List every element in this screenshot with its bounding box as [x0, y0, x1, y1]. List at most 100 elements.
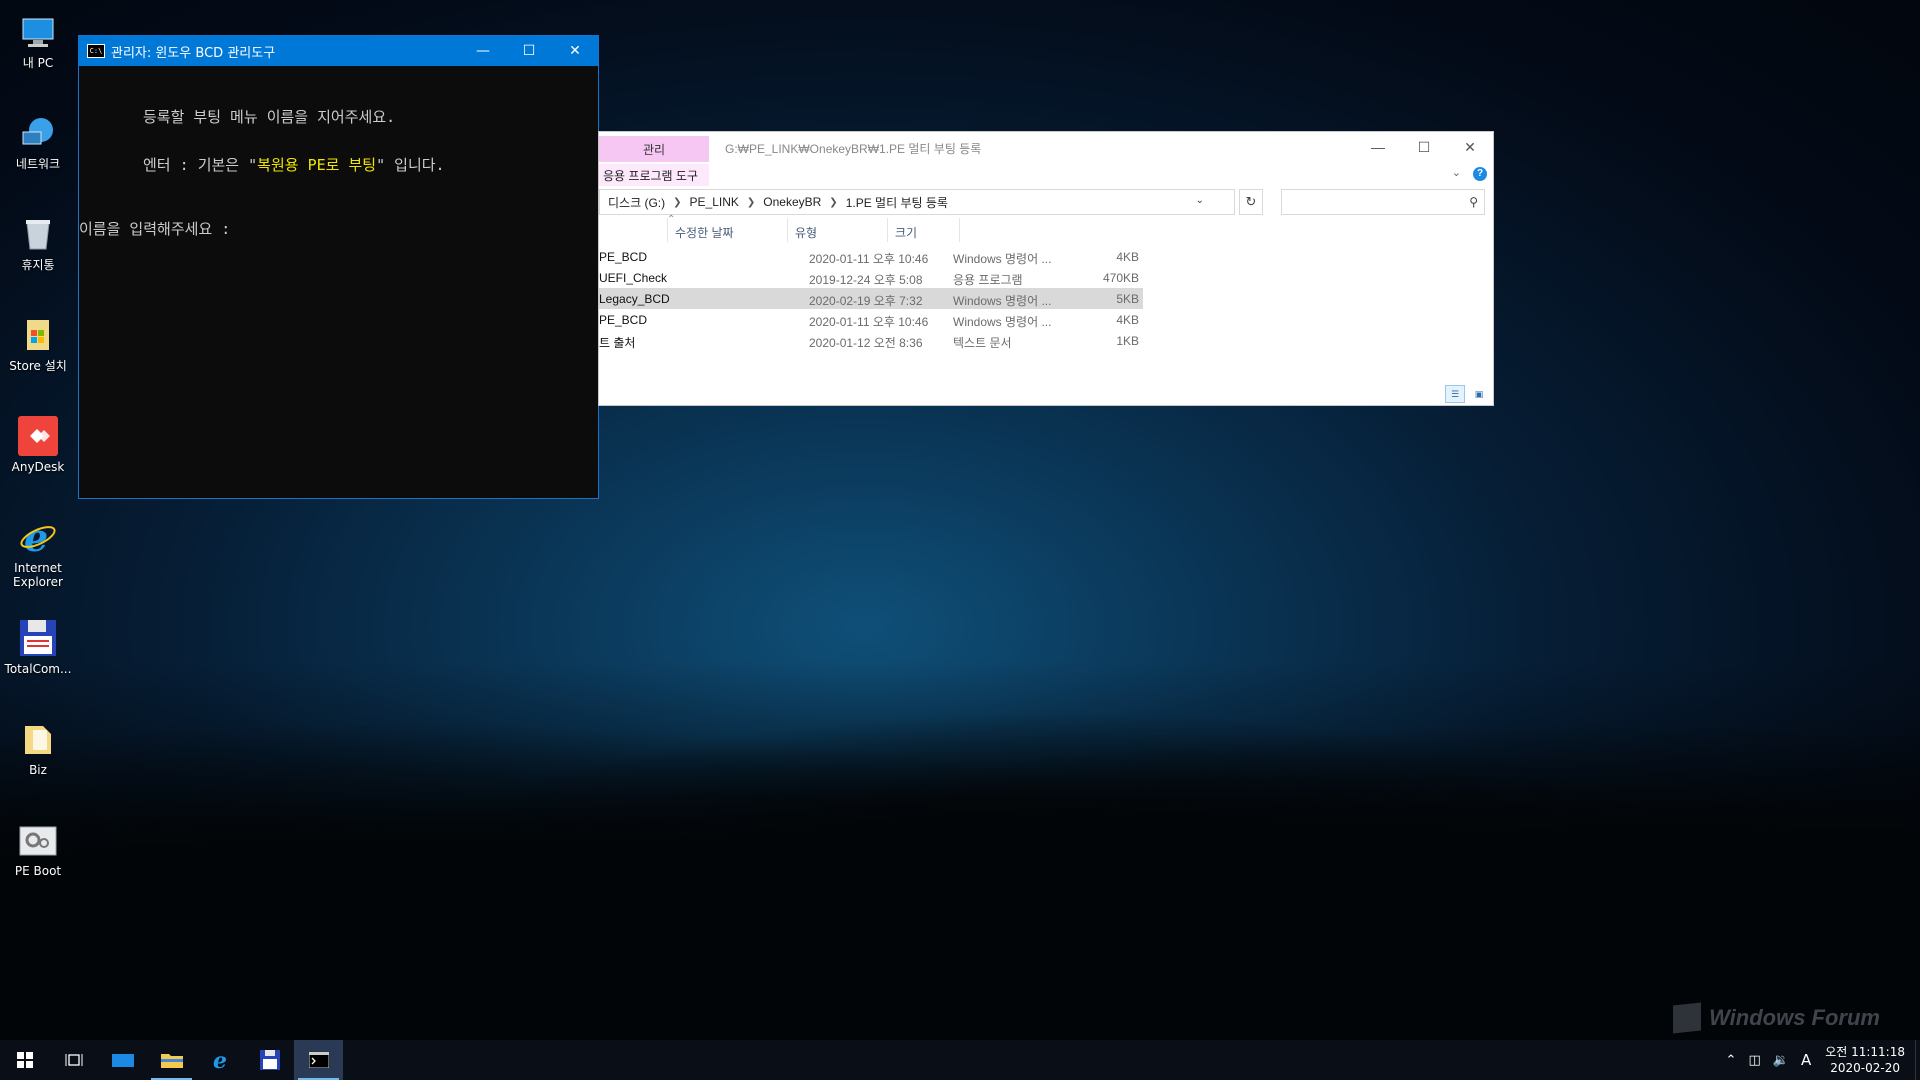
ime-indicator[interactable]: A: [1795, 1051, 1817, 1069]
desktop-icon-biz[interactable]: Biz: [0, 713, 76, 814]
desktop-icon-label: 네트워크: [15, 157, 61, 171]
minimize-button[interactable]: —: [460, 36, 506, 66]
clock[interactable]: 오전 11:11:18 2020-02-20: [1817, 1044, 1915, 1076]
desktop-icon-label: Store 설치: [9, 359, 67, 373]
file-size: 470KB: [1102, 271, 1139, 285]
window-controls: — ☐ ✕: [460, 36, 598, 66]
show-desktop-button[interactable]: [1915, 1040, 1920, 1080]
console-line-1: 등록할 부팅 메뉴 이름을 지어주세요.: [143, 108, 396, 126]
breadcrumb-drive[interactable]: 디스크 (G:): [608, 194, 665, 211]
taskbar-app-console[interactable]: [294, 1040, 343, 1080]
store-icon: [18, 315, 58, 355]
refresh-button[interactable]: ↻: [1239, 189, 1263, 215]
breadcrumb-chevron-icon[interactable]: ❯: [829, 197, 837, 208]
column-divider[interactable]: [787, 218, 788, 242]
volume-icon[interactable]: 🔉: [1767, 1053, 1795, 1068]
breadcrumb-onekeybr[interactable]: OnekeyBR: [763, 195, 821, 209]
console-window[interactable]: C:\ 관리자: 윈도우 BCD 관리도구 — ☐ ✕ 등록할 부팅 메뉴 이름…: [78, 35, 599, 499]
task-view-button[interactable]: [49, 1040, 98, 1080]
system-tray: ⌃ ◫ 🔉 A 오전 11:11:18 2020-02-20: [1720, 1040, 1920, 1080]
desktop-icon-label: TotalCom...: [4, 662, 72, 676]
taskbar-app-file-explorer[interactable]: [147, 1040, 196, 1080]
file-row-selected[interactable]: Legacy_BCD 2020-02-19 오후 7:32 Windows 명령…: [599, 288, 1143, 309]
desktop-icon-store[interactable]: Store 설치: [0, 309, 76, 410]
breadcrumb-chevron-icon[interactable]: ❯: [747, 197, 755, 208]
breadcrumb-chevron-icon[interactable]: ❯: [673, 197, 681, 208]
address-dropdown-icon[interactable]: ⌄: [1196, 195, 1204, 206]
folder-icon: [18, 719, 58, 759]
column-header-size[interactable]: 크기: [895, 224, 917, 241]
ribbon-expand-chevron-icon[interactable]: ⌄: [1452, 166, 1461, 179]
minimize-button[interactable]: —: [1355, 132, 1401, 162]
address-bar[interactable]: 디스크 (G:) ❯ PE_LINK ❯ OnekeyBR ❯ 1.PE 멀티 …: [599, 189, 1235, 215]
desktop-icon-label: PE Boot: [14, 864, 62, 878]
taskbar-app-internet-explorer[interactable]: e: [196, 1040, 245, 1080]
close-button[interactable]: ✕: [552, 36, 598, 66]
network-tray-icon[interactable]: ◫: [1742, 1053, 1766, 1068]
column-headers: ⌃ 수정한 날짜 유형 크기: [599, 214, 1493, 242]
desktop-icon-anydesk[interactable]: AnyDesk: [0, 410, 76, 511]
maximize-button[interactable]: ☐: [506, 36, 552, 66]
desktop-icon-label: Biz: [29, 763, 47, 777]
maximize-button[interactable]: ☐: [1401, 132, 1447, 162]
file-name: PE_BCD: [599, 313, 648, 327]
file-row[interactable]: UEFI_Check 2019-12-24 오후 5:08 응용 프로그램 47…: [599, 267, 1143, 288]
console-title: 관리자: 윈도우 BCD 관리도구: [111, 45, 276, 61]
desktop-icon-label: 내 PC: [22, 56, 54, 70]
column-divider[interactable]: [887, 218, 888, 242]
default-name-highlight: 복원용 PE로 부팅: [257, 156, 377, 174]
breadcrumb-pe-link[interactable]: PE_LINK: [690, 195, 739, 209]
column-header-date[interactable]: 수정한 날짜: [675, 224, 734, 241]
view-toggle: ☰ ▣: [1445, 385, 1489, 403]
close-button[interactable]: ✕: [1447, 132, 1493, 162]
windows-forum-logo-icon: [1673, 1002, 1702, 1034]
desktop-icon-totalcommander[interactable]: TotalCom...: [0, 612, 76, 713]
file-name: PE_BCD: [599, 250, 648, 264]
file-date: 2020-01-11 오후 10:46: [809, 252, 929, 266]
manage-tab[interactable]: 관리: [599, 136, 709, 162]
file-row[interactable]: PE_BCD 2020-01-11 오후 10:46 Windows 명령어 .…: [599, 246, 1143, 267]
desktop-icon-network[interactable]: 네트워크: [0, 107, 76, 208]
console-line-2-suffix: " 입니다.: [376, 156, 445, 174]
console-line-2: 엔터 : 기본은 "복원용 PE로 부팅" 입니다.: [143, 154, 445, 175]
file-explorer-icon: [160, 1054, 183, 1068]
internet-explorer-icon: e: [213, 1049, 227, 1071]
help-icon[interactable]: ?: [1473, 167, 1487, 181]
details-view-icon[interactable]: ☰: [1445, 385, 1465, 403]
show-hidden-icons-chevron-icon[interactable]: ⌃: [1720, 1053, 1743, 1068]
desktop-icon-pe-boot[interactable]: PE Boot: [0, 814, 76, 915]
task-view-icon: [65, 1054, 82, 1066]
column-divider[interactable]: [959, 218, 960, 242]
taskbar-app-mail[interactable]: [98, 1040, 147, 1080]
internet-explorer-icon: e: [18, 517, 58, 557]
file-explorer-window[interactable]: 관리 G:₩PE_LINK₩OnekeyBR₩1.PE 멀티 부팅 등록 — ☐…: [598, 131, 1494, 406]
start-button[interactable]: [0, 1040, 49, 1080]
file-date: 2020-02-19 오후 7:32: [809, 294, 923, 308]
app-tools-tab[interactable]: 응용 프로그램 도구: [599, 164, 709, 186]
console-output[interactable]: 등록할 부팅 메뉴 이름을 지어주세요. 엔터 : 기본은 "복원용 PE로 부…: [79, 66, 598, 498]
file-date: 2019-12-24 오후 5:08: [809, 273, 923, 287]
column-divider[interactable]: [667, 218, 668, 242]
file-row[interactable]: 트 출처 2020-01-12 오전 8:36 텍스트 문서 1KB: [599, 330, 1143, 351]
search-input[interactable]: ⚲: [1281, 189, 1485, 215]
window-blue-icon: [111, 1054, 134, 1067]
console-line-2-prefix: 엔터 : 기본은 ": [143, 156, 258, 174]
taskbar-app-totalcommander[interactable]: [245, 1040, 294, 1080]
file-type: Windows 명령어 ...: [953, 294, 1052, 308]
desktop-icon-my-pc[interactable]: 내 PC: [0, 6, 76, 107]
desktop-icon-recycle-bin[interactable]: 휴지통: [0, 208, 76, 309]
desktop-icon-column: 내 PC 네트워크 휴지통 Store 설치 AnyDesk e Interne…: [0, 6, 76, 915]
file-row[interactable]: PE_BCD 2020-01-11 오후 10:46 Windows 명령어 .…: [599, 309, 1143, 330]
file-name: UEFI_Check: [599, 271, 668, 285]
console-titlebar[interactable]: C:\ 관리자: 윈도우 BCD 관리도구 — ☐ ✕: [79, 36, 598, 66]
explorer-titlebar[interactable]: 관리 G:₩PE_LINK₩OnekeyBR₩1.PE 멀티 부팅 등록 — ☐…: [599, 132, 1493, 164]
address-bar-row: 디스크 (G:) ❯ PE_LINK ❯ OnekeyBR ❯ 1.PE 멀티 …: [599, 186, 1493, 216]
breadcrumb-current-folder[interactable]: 1.PE 멀티 부팅 등록: [846, 194, 948, 211]
window-controls: — ☐ ✕: [1355, 132, 1493, 162]
large-icons-view-icon[interactable]: ▣: [1469, 385, 1489, 403]
desktop-icon-internet-explorer[interactable]: e Internet Explorer: [0, 511, 76, 612]
file-name: Legacy_BCD: [599, 292, 670, 306]
floppy-disk-icon: [259, 1050, 280, 1070]
column-header-type[interactable]: 유형: [795, 224, 817, 241]
taskbar: e ⌃ ◫ 🔉 A 오전 11:11:18 2020-02-20: [0, 1040, 1920, 1080]
